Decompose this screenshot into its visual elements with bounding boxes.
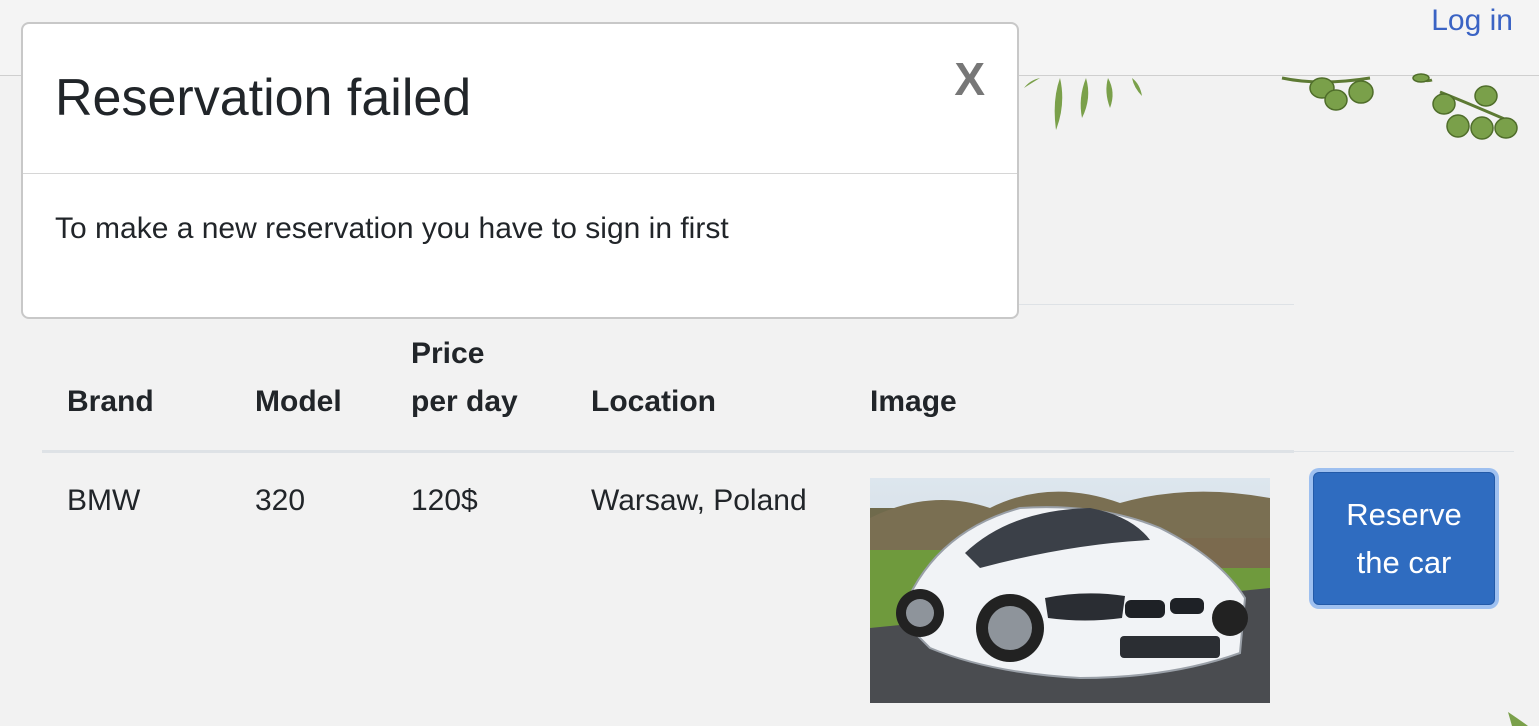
dialog-title: Reservation failed: [55, 69, 472, 127]
header-price-line1: Price: [411, 337, 485, 370]
header-location: Location: [591, 385, 716, 418]
car-image: [870, 478, 1270, 703]
table-header-divider: [42, 450, 1294, 453]
dialog-message: To make a new reservation you have to si…: [55, 212, 729, 245]
reservation-failed-dialog: Reservation failed X To make a new reser…: [21, 22, 1019, 319]
close-button[interactable]: X: [954, 52, 985, 106]
login-link[interactable]: Log in: [1431, 4, 1513, 38]
header-model: Model: [255, 385, 342, 418]
reserve-car-button[interactable]: Reserve the car: [1313, 472, 1495, 605]
header-image: Image: [870, 385, 957, 418]
reserve-button-line1: Reserve: [1346, 496, 1462, 532]
cell-location: Warsaw, Poland: [591, 484, 807, 517]
header-price-line2: per day: [411, 385, 518, 418]
cell-brand: BMW: [67, 484, 141, 517]
cell-price: 120$: [411, 484, 478, 517]
dialog-header: Reservation failed X: [23, 24, 1017, 174]
header-brand: Brand: [67, 385, 154, 418]
reserve-button-line2: the car: [1356, 544, 1452, 580]
cell-model: 320: [255, 484, 306, 517]
table-header-divider-extension: [1294, 451, 1514, 452]
